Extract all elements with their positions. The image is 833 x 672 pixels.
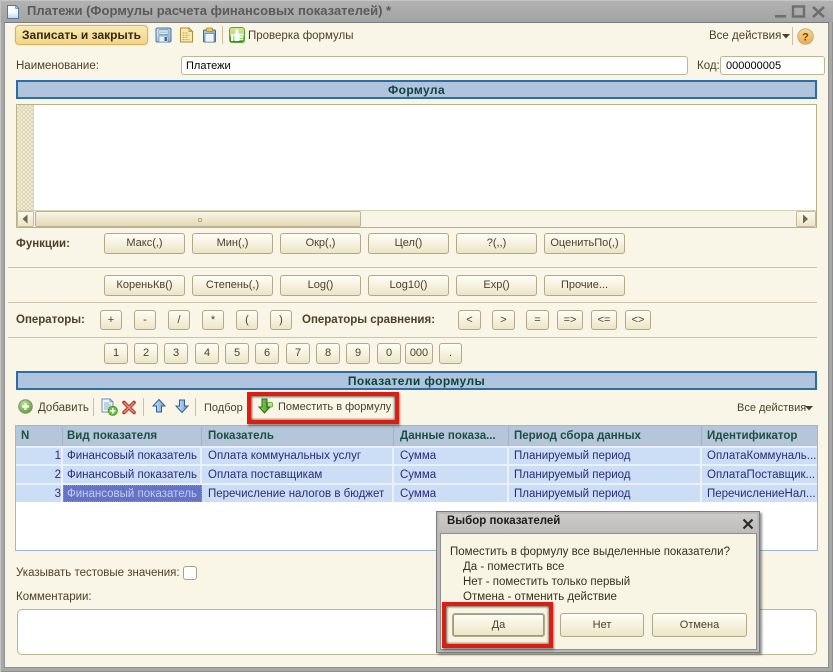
svg-text:?: ? [802,32,809,44]
